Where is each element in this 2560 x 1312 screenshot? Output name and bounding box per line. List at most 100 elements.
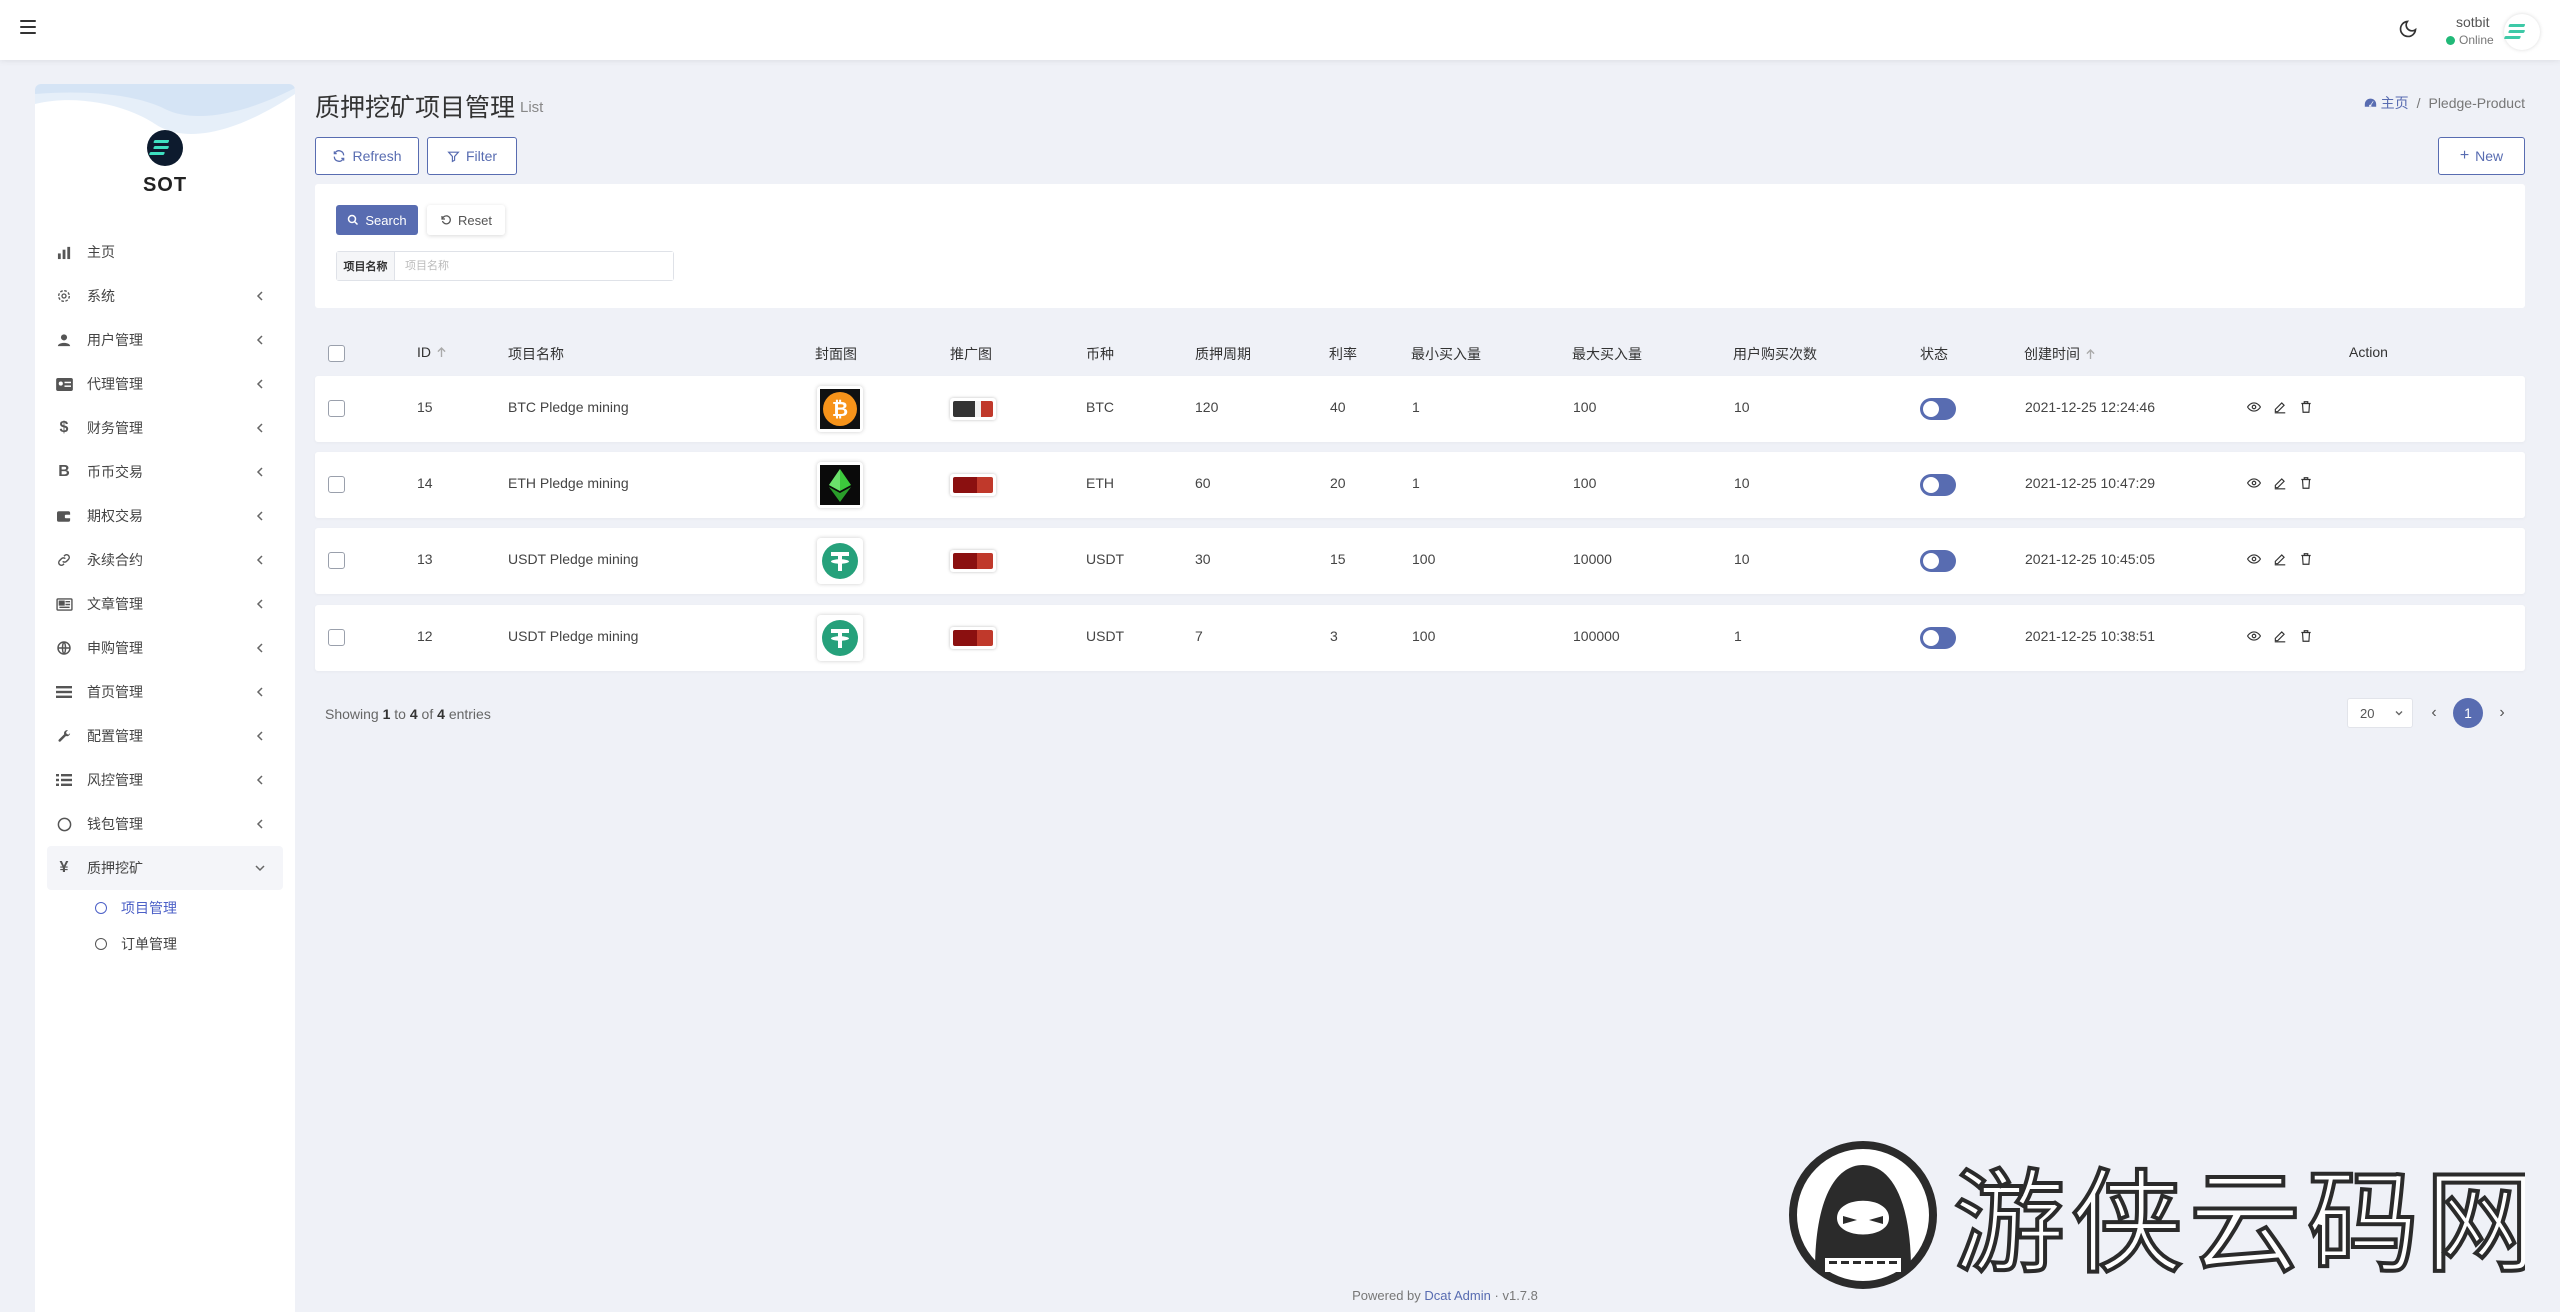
- view-eye-icon[interactable]: [2247, 552, 2261, 566]
- reset-button[interactable]: Reset: [427, 205, 505, 235]
- promo-image[interactable]: [950, 627, 996, 649]
- next-page-chevron-icon[interactable]: ›: [2491, 698, 2513, 728]
- sidebar-item-label: 配置管理: [87, 728, 143, 744]
- column-header-created[interactable]: 创建时间: [2024, 344, 2095, 364]
- plus-icon: +: [2459, 147, 2470, 164]
- sidebar-item-label: 钱包管理: [87, 816, 143, 832]
- column-header-label: 推广图: [950, 346, 992, 362]
- sidebar-item-perpetual[interactable]: 永续合约: [35, 538, 295, 582]
- status-toggle[interactable]: [1920, 627, 1956, 649]
- refresh-button[interactable]: Refresh: [315, 137, 419, 175]
- cell-created: 2021-12-25 12:24:46: [2025, 399, 2155, 415]
- edit-pencil-icon[interactable]: [2273, 552, 2287, 566]
- brand-name[interactable]: SOT: [35, 174, 295, 197]
- sidebar-item-wallet[interactable]: 钱包管理: [35, 802, 295, 846]
- page-number-current[interactable]: 1: [2453, 698, 2483, 728]
- table-row: 14 ETH Pledge mining ETH 60 20 1 100 10 …: [315, 452, 2525, 518]
- sidebar-item-risk-control[interactable]: 风控管理: [35, 758, 295, 802]
- page-size-select[interactable]: 20: [2347, 698, 2413, 728]
- cover-image[interactable]: [817, 462, 863, 508]
- column-header-label: 利率: [1329, 346, 1357, 362]
- delete-trash-icon[interactable]: [2299, 552, 2313, 566]
- sidebar-item-subscription[interactable]: 申购管理: [35, 626, 295, 670]
- dcat-admin-link[interactable]: Dcat Admin: [1424, 1288, 1490, 1303]
- bitcoin-coin-icon: ₿: [820, 389, 860, 429]
- view-eye-icon[interactable]: [2247, 476, 2261, 490]
- new-button-label: New: [2475, 148, 2504, 164]
- project-name-input[interactable]: [395, 252, 673, 280]
- delete-trash-icon[interactable]: [2299, 629, 2313, 643]
- column-header-user-times: 用户购买次数: [1733, 344, 1817, 364]
- sidebar-item-homepage[interactable]: 首页管理: [35, 670, 295, 714]
- edit-pencil-icon[interactable]: [2273, 476, 2287, 490]
- sidebar-item-articles[interactable]: 文章管理: [35, 582, 295, 626]
- select-all-checkbox[interactable]: [328, 345, 345, 362]
- version-label: v1.7.8: [1502, 1288, 1538, 1303]
- breadcrumb-separator: /: [2416, 95, 2421, 111]
- table-row: 15 BTC Pledge mining ₿ BTC 120 40 1 100 …: [315, 376, 2525, 442]
- watermark-text: 游侠云码网: [1953, 1159, 2525, 1289]
- sidebar-item-config[interactable]: 配置管理: [35, 714, 295, 758]
- breadcrumb-home[interactable]: 主页: [2364, 93, 2409, 113]
- delete-trash-icon[interactable]: [2299, 400, 2313, 414]
- cover-image[interactable]: ₿: [817, 386, 863, 432]
- bar-chart-icon: [55, 243, 73, 261]
- user-avatar[interactable]: [2504, 14, 2540, 50]
- breadcrumb-home-label: 主页: [2380, 95, 2409, 111]
- sidebar-item-system[interactable]: 系统: [35, 274, 295, 318]
- promo-image[interactable]: [950, 550, 996, 572]
- user-name[interactable]: sotbit: [2456, 14, 2489, 30]
- sidebar-subitem-projects[interactable]: 项目管理: [35, 890, 295, 926]
- sidebar-subitem-orders[interactable]: 订单管理: [35, 926, 295, 962]
- row-checkbox[interactable]: [328, 629, 345, 646]
- cell-rate: 15: [1330, 551, 1346, 567]
- column-header-id[interactable]: ID: [417, 344, 446, 360]
- sidebar-item-home[interactable]: 主页: [35, 230, 295, 274]
- brand-logo-icon[interactable]: [147, 130, 183, 166]
- row-checkbox[interactable]: [328, 476, 345, 493]
- table-row: 12 USDT Pledge mining USDT 7 3 100 10000…: [315, 605, 2525, 671]
- cover-image[interactable]: [817, 615, 863, 661]
- status-toggle[interactable]: [1920, 474, 1956, 496]
- promo-image[interactable]: [950, 398, 996, 420]
- page-subtitle: List: [520, 99, 544, 116]
- sidebar-item-label: 代理管理: [87, 376, 143, 392]
- delete-trash-icon[interactable]: [2299, 476, 2313, 490]
- table-row: 13 USDT Pledge mining USDT 30 15 100 100…: [315, 528, 2525, 594]
- tasks-icon: [55, 771, 73, 789]
- promo-image[interactable]: [950, 474, 996, 496]
- search-button[interactable]: Search: [336, 205, 418, 235]
- row-actions: [2247, 476, 2313, 490]
- dark-mode-moon-icon[interactable]: [2398, 19, 2418, 39]
- list-icon: [55, 683, 73, 701]
- row-checkbox[interactable]: [328, 552, 345, 569]
- row-checkbox[interactable]: [328, 400, 345, 417]
- sidebar-item-pledge-mining[interactable]: ¥ 质押挖矿: [47, 846, 283, 890]
- chevron-down-icon: [2395, 711, 2403, 716]
- view-eye-icon[interactable]: [2247, 629, 2261, 643]
- hamburger-menu-icon[interactable]: [20, 20, 36, 36]
- column-header-promo: 推广图: [950, 344, 992, 364]
- sidebar-item-options[interactable]: 期权交易: [35, 494, 295, 538]
- sidebar-item-agents[interactable]: 代理管理: [35, 362, 295, 406]
- sidebar: SOT 主页 系统 用户管理 代理管理 $ 财务管理 B 币币交易 期权交易 永…: [35, 84, 295, 1312]
- view-eye-icon[interactable]: [2247, 400, 2261, 414]
- column-header-label: 项目名称: [508, 346, 564, 362]
- cell-id: 12: [417, 628, 433, 644]
- cell-user-times: 10: [1734, 475, 1750, 491]
- cover-image[interactable]: [817, 538, 863, 584]
- status-toggle[interactable]: [1920, 550, 1956, 572]
- sidebar-item-users[interactable]: 用户管理: [35, 318, 295, 362]
- sidebar-item-spot-trading[interactable]: B 币币交易: [35, 450, 295, 494]
- edit-pencil-icon[interactable]: [2273, 629, 2287, 643]
- edit-pencil-icon[interactable]: [2273, 400, 2287, 414]
- new-button[interactable]: + New: [2438, 137, 2525, 175]
- status-toggle[interactable]: [1920, 398, 1956, 420]
- sidebar-item-finance[interactable]: $ 财务管理: [35, 406, 295, 450]
- tether-coin-icon: [822, 543, 858, 579]
- chevron-left-icon: [256, 819, 263, 829]
- prev-page-chevron-icon[interactable]: ‹: [2423, 698, 2445, 728]
- filter-toggle-button[interactable]: Filter: [427, 137, 517, 175]
- powered-prefix: Powered by: [1352, 1288, 1421, 1303]
- cell-coin: ETH: [1086, 475, 1114, 491]
